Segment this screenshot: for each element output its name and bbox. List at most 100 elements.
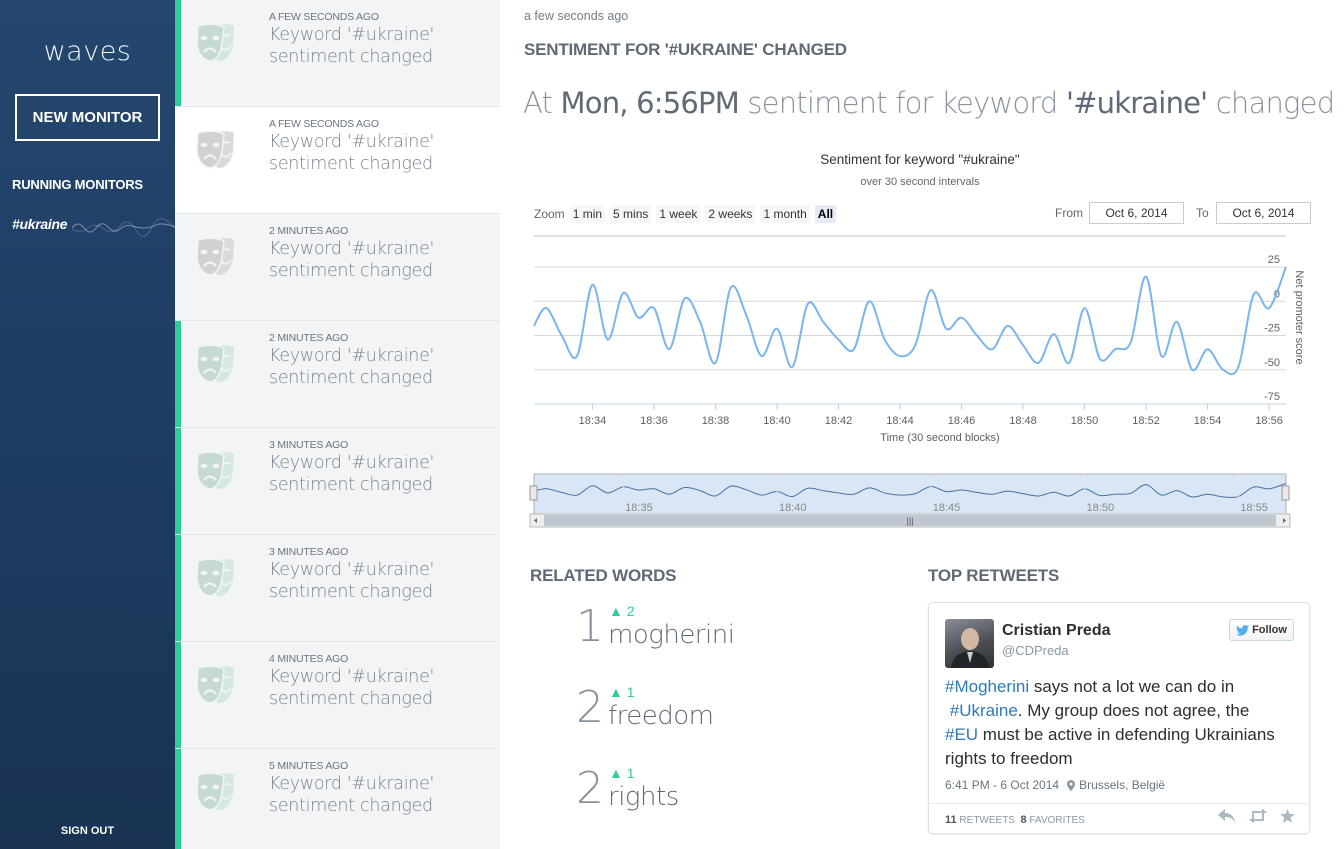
notification-title: Keyword '#ukraine' sentiment changed: [269, 666, 494, 710]
notification-title-line1: Keyword '#ukraine': [269, 25, 435, 45]
favorite-label: FAVORITES: [1029, 815, 1085, 826]
x-tick-label: 18:52: [1132, 415, 1160, 427]
theater-masks-icon: [196, 23, 234, 62]
sign-out-link[interactable]: SIGN OUT: [0, 825, 175, 837]
zoom-2weeks-button[interactable]: 2 weeks: [705, 205, 756, 223]
notification-title: Keyword '#ukraine' sentiment changed: [269, 24, 494, 68]
retweet-count: 11: [945, 814, 957, 826]
favorite-star-icon[interactable]: [1280, 809, 1295, 823]
new-monitor-button[interactable]: NEW MONITOR: [15, 94, 160, 141]
sentiment-chart: 250-25-50-7518:34 18:36 18:38 18:40 18:42 18:…: [529, 235, 1305, 528]
notification-title-line2: sentiment changed: [269, 796, 433, 816]
navigator-tick-label: 18:50: [1087, 502, 1115, 514]
notification-item[interactable]: 5 MINUTES AGO Keyword '#ukraine' sentiment…: [175, 749, 500, 849]
notification-time: 2 MINUTES AGO: [269, 332, 349, 344]
zoom-all-button[interactable]: All: [814, 205, 837, 223]
notification-time: 5 MINUTES AGO: [269, 760, 349, 772]
avatar-portrait-icon: [951, 628, 989, 668]
tweet-timestamp[interactable]: 6:41 PM - 6 Oct 2014: [945, 778, 1059, 792]
unread-indicator: [175, 428, 181, 534]
notification-title-line1: Keyword '#ukraine': [269, 774, 435, 794]
theater-masks-icon: [196, 665, 234, 704]
x-tick-label: 18:56: [1255, 415, 1283, 427]
x-tick-label: 18:34: [579, 415, 607, 427]
follow-button[interactable]: Follow: [1229, 619, 1294, 641]
tweet-actions: [1218, 809, 1295, 823]
navigator-tick-label: 18:45: [933, 502, 961, 514]
tweet-location-text: Brussels, België: [1079, 778, 1166, 792]
notification-item[interactable]: A FEW SECONDS AGO Keyword '#ukraine' senti…: [175, 107, 500, 214]
zoom-1month-button[interactable]: 1 month: [760, 205, 810, 223]
retweet-icon[interactable]: [1248, 809, 1268, 823]
notification-time: 3 MINUTES AGO: [269, 546, 349, 558]
from-date-input[interactable]: Oct 6, 2014: [1089, 202, 1184, 224]
notification-time: A FEW SECONDS AGO: [269, 118, 379, 130]
to-date-input[interactable]: Oct 6, 2014: [1216, 202, 1311, 224]
tweet-card: Cristian Preda @CDPreda Follow #Mogherin…: [928, 602, 1310, 834]
retweet-label: RETWEETS: [959, 815, 1015, 826]
tweet-author-handle[interactable]: @CDPreda: [1002, 643, 1069, 658]
tweet-author-name[interactable]: Cristian Preda: [1002, 622, 1110, 640]
zoom-1min-button[interactable]: 1 min: [569, 205, 606, 223]
x-tick-label: 18:46: [948, 415, 976, 427]
notification-list: A FEW SECONDS AGO Keyword '#ukraine' senti…: [175, 0, 500, 849]
notification-title: Keyword '#ukraine' sentiment changed: [269, 773, 494, 817]
x-tick-label: 18:50: [1071, 415, 1099, 427]
word-rank: 1: [576, 601, 604, 652]
x-tick-label: 18:40: [763, 415, 791, 427]
theater-masks-icon: [196, 558, 234, 597]
monitor-item-ukraine[interactable]: #ukraine: [12, 216, 175, 238]
series-line: [533, 266, 1287, 376]
unread-indicator: [175, 321, 181, 427]
word-delta: ▲ 2: [609, 603, 635, 619]
y-tick-label: -50: [1264, 357, 1280, 369]
notification-title-line2: sentiment changed: [269, 475, 433, 495]
notification-item[interactable]: 2 MINUTES AGO Keyword '#ukraine' sentiment…: [175, 214, 500, 321]
theater-masks-icon: [196, 344, 234, 383]
notification-item[interactable]: A FEW SECONDS AGO Keyword '#ukraine' senti…: [175, 0, 500, 107]
notification-item[interactable]: 4 MINUTES AGO Keyword '#ukraine' sentiment…: [175, 642, 500, 749]
tweet-meta: 6:41 PM - 6 Oct 2014 Brussels, België: [945, 778, 1165, 792]
title-mid: sentiment for keyword: [747, 86, 1058, 120]
follow-label: Follow: [1252, 624, 1287, 636]
notification-headline: SENTIMENT FOR '#UKRAINE' CHANGED: [524, 40, 847, 59]
navigator-handle[interactable]: [529, 485, 538, 501]
notification-time: 2 MINUTES AGO: [269, 225, 349, 237]
monitor-item-label: #ukraine: [12, 216, 68, 232]
notification-item[interactable]: 3 MINUTES AGO Keyword '#ukraine' sentiment…: [175, 428, 500, 535]
tweet-text-part: says not a lot we can do in: [1029, 677, 1235, 696]
reply-icon[interactable]: [1218, 809, 1236, 823]
notification-item[interactable]: 2 MINUTES AGO Keyword '#ukraine' sentiment…: [175, 321, 500, 428]
navigator-handle[interactable]: [1281, 485, 1290, 501]
avatar[interactable]: [945, 619, 994, 668]
app-logo[interactable]: waves: [0, 36, 175, 67]
notification-title-line1: Keyword '#ukraine': [269, 453, 435, 473]
zoom-1week-button[interactable]: 1 week: [656, 205, 701, 223]
y-tick-label: 25: [1268, 254, 1280, 266]
title-when: Mon, 6:56PM: [560, 86, 740, 120]
sidebar: waves NEW MONITOR RUNNING MONITORS #ukra…: [0, 0, 175, 849]
notification-title: Keyword '#ukraine' sentiment changed: [269, 131, 494, 175]
word-text: rights: [608, 782, 679, 812]
word-text: freedom: [608, 701, 714, 731]
notification-title: Keyword '#ukraine' sentiment changed: [269, 559, 494, 603]
hashtag-link[interactable]: #Mogherini: [945, 677, 1029, 696]
unread-indicator: [175, 642, 181, 748]
x-tick-label: 18:44: [886, 415, 914, 427]
notification-title-line2: sentiment changed: [269, 154, 433, 174]
navigator-tick-label: 18:35: [625, 502, 653, 514]
navigator-tick-label: 18:55: [1240, 502, 1268, 514]
notification-title: Keyword '#ukraine' sentiment changed: [269, 452, 494, 496]
tweet-location[interactable]: Brussels, België: [1067, 778, 1165, 792]
scrollbar-grip-icon: |||: [906, 516, 913, 526]
hashtag-link[interactable]: #Ukraine: [950, 701, 1018, 720]
notification-title-line2: sentiment changed: [269, 47, 433, 67]
theater-masks-icon: [196, 772, 234, 811]
notification-item[interactable]: 3 MINUTES AGO Keyword '#ukraine' sentiment…: [175, 535, 500, 642]
running-monitors-heading: RUNNING MONITORS: [12, 177, 143, 192]
zoom-5mins-button[interactable]: 5 mins: [610, 205, 652, 223]
hashtag-link[interactable]: #EU: [945, 725, 978, 744]
notification-title-line2: sentiment changed: [269, 582, 433, 602]
from-label: From: [1055, 206, 1083, 220]
chart-subtitle: over 30 second intervals: [860, 176, 980, 188]
